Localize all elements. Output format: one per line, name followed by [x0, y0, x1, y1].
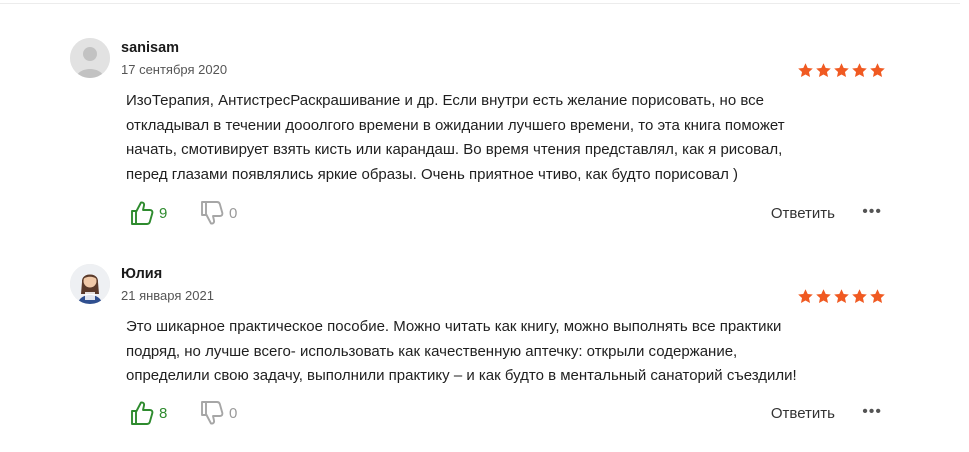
review-text-line: ИзоТерапия, АнтистресРаскрашивание и др.… [126, 92, 764, 109]
star-icon [852, 289, 867, 304]
review-author[interactable]: sanisam [121, 40, 179, 56]
review-text-line: Это шикарное практическое пособие. Можно… [126, 318, 782, 335]
reply-button[interactable]: Ответить [771, 405, 835, 422]
like-button[interactable]: 8 [130, 400, 167, 426]
more-options-icon[interactable]: ••• [862, 203, 882, 221]
dislike-button[interactable]: 0 [200, 400, 237, 426]
review-date: 17 сентября 2020 [121, 62, 228, 77]
dislike-count: 0 [229, 204, 238, 222]
review-text-line: подряд, но лучше всего- использовать как… [126, 342, 738, 360]
star-icon [816, 289, 831, 304]
review-actions: 8 0 Ответить ••• [130, 400, 890, 428]
reply-button[interactable]: Ответить [771, 205, 835, 222]
review-text-line: перед глазами появлялись яркие образы. О… [126, 165, 738, 183]
review-author[interactable]: Юлия [121, 266, 162, 282]
review-text-line: определили свою задачу, выполнили практи… [126, 367, 797, 384]
dislike-button[interactable]: 0 [200, 200, 237, 226]
star-icon [798, 289, 813, 304]
star-icon [870, 289, 885, 304]
review-text-line: начать, смотивирует взять кисть или кара… [126, 141, 783, 158]
star-icon [816, 63, 831, 78]
default-user-avatar-icon[interactable] [70, 38, 110, 78]
thumbs-up-icon [131, 401, 154, 425]
like-button[interactable]: 9 [130, 200, 167, 226]
rating-stars [797, 62, 886, 79]
thumbs-up-icon [131, 201, 154, 225]
review-text: Это шикарное практическое пособие. Можно… [126, 315, 896, 389]
more-options-icon[interactable]: ••• [862, 403, 882, 421]
like-count: 8 [159, 404, 168, 422]
star-icon [798, 63, 813, 78]
star-icon [834, 289, 849, 304]
star-icon [852, 63, 867, 78]
user-photo-avatar-icon[interactable] [70, 264, 110, 304]
top-divider [0, 3, 960, 4]
review-date: 21 января 2021 [121, 288, 214, 303]
star-icon [870, 63, 885, 78]
star-icon [834, 63, 849, 78]
review-text-line: откладывал в течении дооолгого времени в… [126, 116, 785, 134]
thumbs-down-icon [201, 201, 224, 225]
review-text: ИзоТерапия, АнтистресРаскрашивание и др.… [126, 89, 896, 187]
like-count: 9 [159, 204, 168, 222]
thumbs-down-icon [201, 401, 224, 425]
dislike-count: 0 [229, 404, 238, 422]
rating-stars [797, 288, 886, 305]
review-actions: 9 0 Ответить ••• [130, 200, 890, 228]
